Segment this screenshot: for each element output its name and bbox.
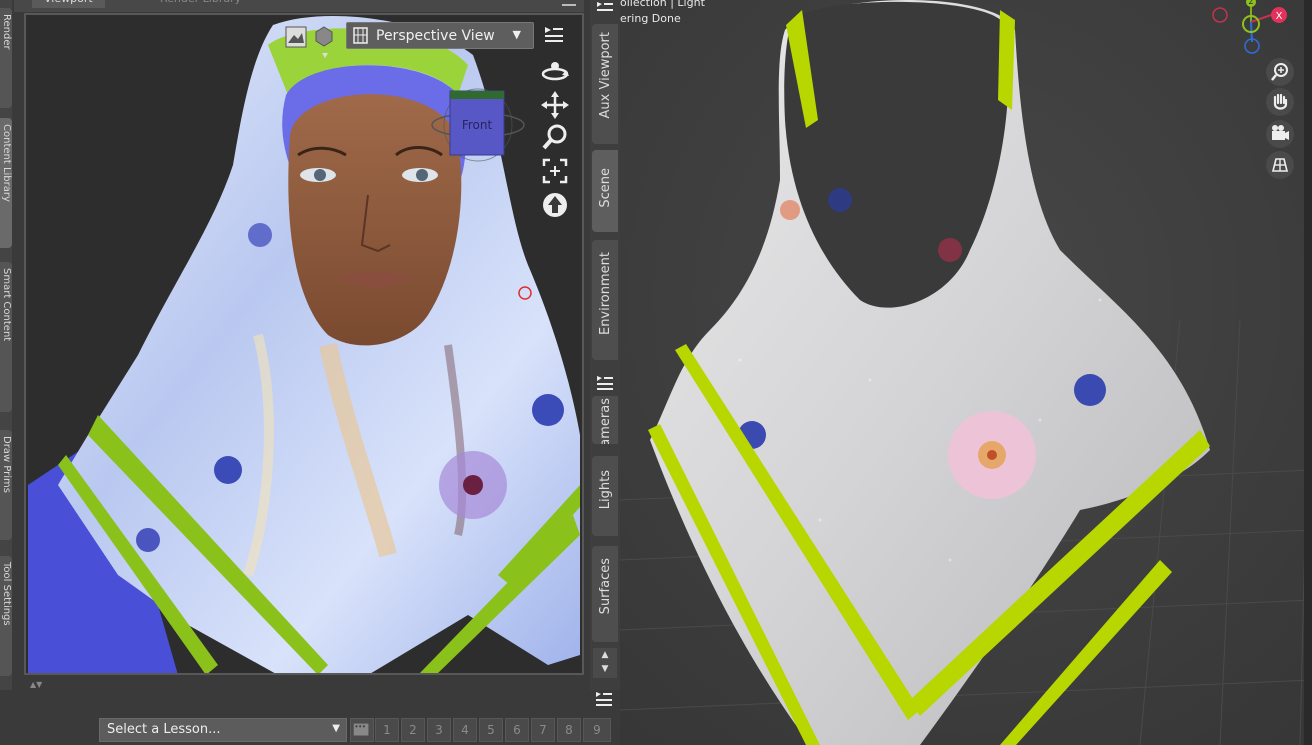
lesson-step-button[interactable]: 4 bbox=[453, 718, 477, 742]
left-tab-strip: Render Content Library Smart Content Dra… bbox=[0, 0, 12, 690]
splitter-handle[interactable]: ▲▼ bbox=[30, 680, 68, 689]
gizmo-z-label: Z bbox=[1249, 0, 1254, 6]
lesson-step-button[interactable]: 2 bbox=[401, 718, 425, 742]
tab-scene[interactable]: Scene bbox=[592, 150, 618, 232]
right-tab-label: Lights bbox=[598, 470, 613, 510]
right-tab-label: Environment bbox=[598, 252, 613, 336]
status-text-render: ering Done bbox=[620, 12, 681, 25]
chevron-down-icon: ▼ bbox=[512, 28, 521, 41]
daz-studio-pane: Render Content Library Smart Content Dra… bbox=[0, 0, 620, 745]
lesson-step-button[interactable]: 1 bbox=[375, 718, 399, 742]
tab-cameras[interactable]: Cameras bbox=[592, 396, 618, 444]
right-tab-label: Aux Viewport bbox=[598, 32, 613, 119]
viewport-edge bbox=[1304, 0, 1312, 745]
zoom-icon[interactable] bbox=[1266, 58, 1294, 86]
lesson-step-button[interactable]: 5 bbox=[479, 718, 503, 742]
tab-scroll-arrows[interactable]: ▲ ▼ bbox=[593, 648, 617, 678]
left-tab-draw[interactable]: Draw Prims bbox=[0, 430, 12, 540]
lesson-select-label: Select a Lesson... bbox=[107, 722, 221, 737]
tab-aux-viewport[interactable]: Aux Viewport bbox=[592, 24, 618, 144]
tab-lights[interactable]: Lights bbox=[592, 456, 618, 536]
navigation-gizmo[interactable]: Z X bbox=[1210, 0, 1290, 60]
left-tab-tool-settings[interactable]: Tool Settings bbox=[0, 556, 12, 676]
zoom-icon[interactable] bbox=[540, 122, 570, 152]
camera-select[interactable]: Perspective View ▼ bbox=[346, 22, 534, 49]
render-preview-icon[interactable] bbox=[284, 25, 308, 49]
right-tab-strip: Aux Viewport Scene Environment Cameras L… bbox=[590, 0, 620, 690]
status-text-collection: ollection | Light bbox=[620, 0, 705, 9]
tab-environment[interactable]: Environment bbox=[592, 240, 618, 360]
lesson-menu-icon[interactable] bbox=[594, 690, 614, 708]
view-cube[interactable]: Front bbox=[430, 85, 530, 175]
top-tab-strip: Viewport Render Library bbox=[14, 0, 584, 12]
left-tab-content-library[interactable]: Content Library bbox=[0, 118, 12, 248]
left-tab-label: Render bbox=[1, 14, 12, 50]
left-tab-label: Content Library bbox=[1, 124, 12, 202]
tab-render-library[interactable]: Render Library bbox=[148, 0, 253, 8]
left-tab-smart-content[interactable]: Smart Content bbox=[0, 262, 12, 412]
right-pane-menu-icon[interactable] bbox=[595, 374, 615, 392]
gizmo-neg-x-axis[interactable] bbox=[1212, 7, 1228, 23]
left-tab-label: Smart Content bbox=[1, 268, 12, 342]
grid-icon[interactable] bbox=[1266, 151, 1294, 179]
orbit-icon[interactable] bbox=[540, 56, 570, 86]
right-tab-label: Surfaces bbox=[598, 558, 613, 615]
film-strip-icon[interactable] bbox=[350, 718, 374, 742]
right-pane-menu-icon[interactable] bbox=[595, 0, 615, 18]
right-tab-label: Cameras bbox=[598, 398, 613, 444]
daz-viewport[interactable]: Front bbox=[24, 13, 584, 675]
blender-viewport[interactable]: ollection | Light ering Done Z X bbox=[620, 0, 1312, 745]
camera-icon[interactable] bbox=[1266, 120, 1294, 148]
pane-menu-icon[interactable] bbox=[562, 0, 576, 6]
draw-style-icon[interactable] bbox=[314, 25, 334, 61]
tab-viewport[interactable]: Viewport bbox=[32, 0, 105, 8]
left-tab-render[interactable]: Render bbox=[0, 8, 12, 108]
blender-render bbox=[620, 0, 1312, 745]
lesson-step-button[interactable]: 9 bbox=[583, 718, 611, 742]
home-view-icon[interactable] bbox=[540, 190, 570, 220]
view-cube-label: Front bbox=[462, 118, 493, 132]
lesson-select[interactable]: Select a Lesson... ▼ bbox=[99, 718, 347, 742]
hand-pan-icon[interactable] bbox=[1266, 88, 1294, 116]
lesson-step-button[interactable]: 3 bbox=[427, 718, 451, 742]
frame-selection-icon[interactable] bbox=[540, 156, 570, 186]
gizmo-x-label: X bbox=[1276, 11, 1283, 22]
perspective-grid-icon bbox=[353, 27, 368, 44]
camera-select-label: Perspective View bbox=[376, 28, 495, 44]
right-tab-label: Scene bbox=[598, 168, 613, 208]
lesson-step-button[interactable]: 7 bbox=[531, 718, 555, 742]
pan-move-icon[interactable] bbox=[540, 90, 570, 120]
chevron-down-icon: ▼ bbox=[332, 723, 340, 734]
lesson-step-button[interactable]: 6 bbox=[505, 718, 529, 742]
viewport-options-menu-icon[interactable] bbox=[543, 25, 565, 45]
left-tab-label: Tool Settings bbox=[1, 562, 12, 626]
left-tab-label: Draw Prims bbox=[1, 436, 12, 493]
lesson-step-button[interactable]: 8 bbox=[557, 718, 581, 742]
tab-surfaces[interactable]: Surfaces bbox=[592, 546, 618, 642]
